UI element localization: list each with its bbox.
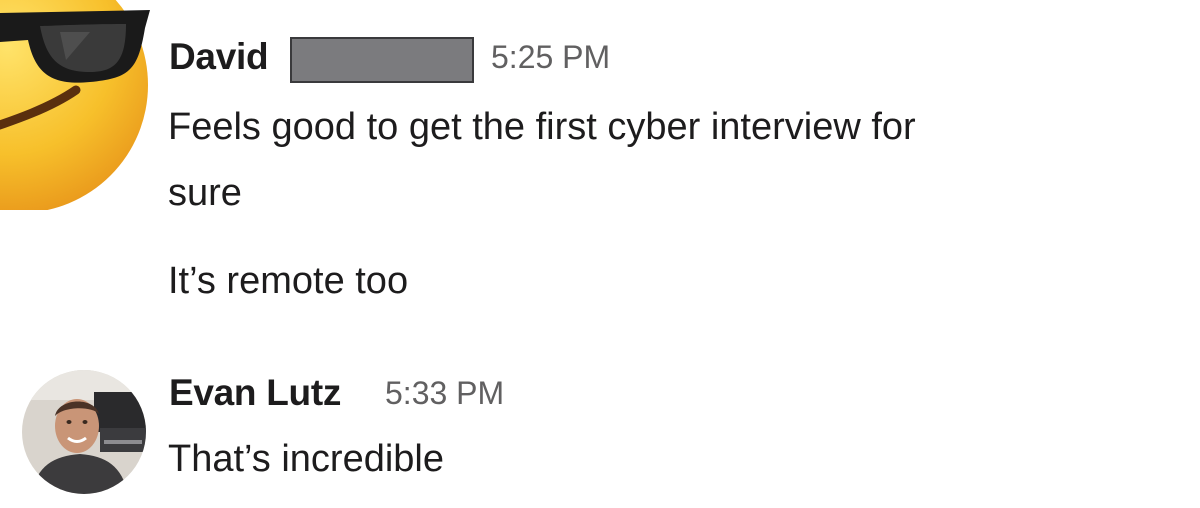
message-text: Feels good to get the first cyber interv…	[168, 106, 916, 148]
message-text: It’s remote too	[168, 260, 409, 302]
message-timestamp[interactable]: 5:25 PM	[491, 39, 610, 76]
chat-thread: David 5:25 PM Feels good to get the firs…	[0, 0, 1200, 508]
sunglasses-emoji-icon	[0, 0, 150, 213]
sender-name[interactable]: Evan Lutz	[169, 372, 341, 414]
sender-name[interactable]: David	[169, 36, 269, 78]
profile-photo-avatar[interactable]	[22, 370, 146, 494]
sunglasses-emoji-avatar[interactable]	[0, 0, 160, 213]
message-text: That’s incredible	[168, 438, 445, 480]
message-timestamp[interactable]: 5:33 PM	[385, 375, 504, 412]
redacted-surname	[290, 37, 474, 83]
message-text: sure	[168, 172, 242, 214]
profile-photo-icon	[22, 370, 146, 494]
